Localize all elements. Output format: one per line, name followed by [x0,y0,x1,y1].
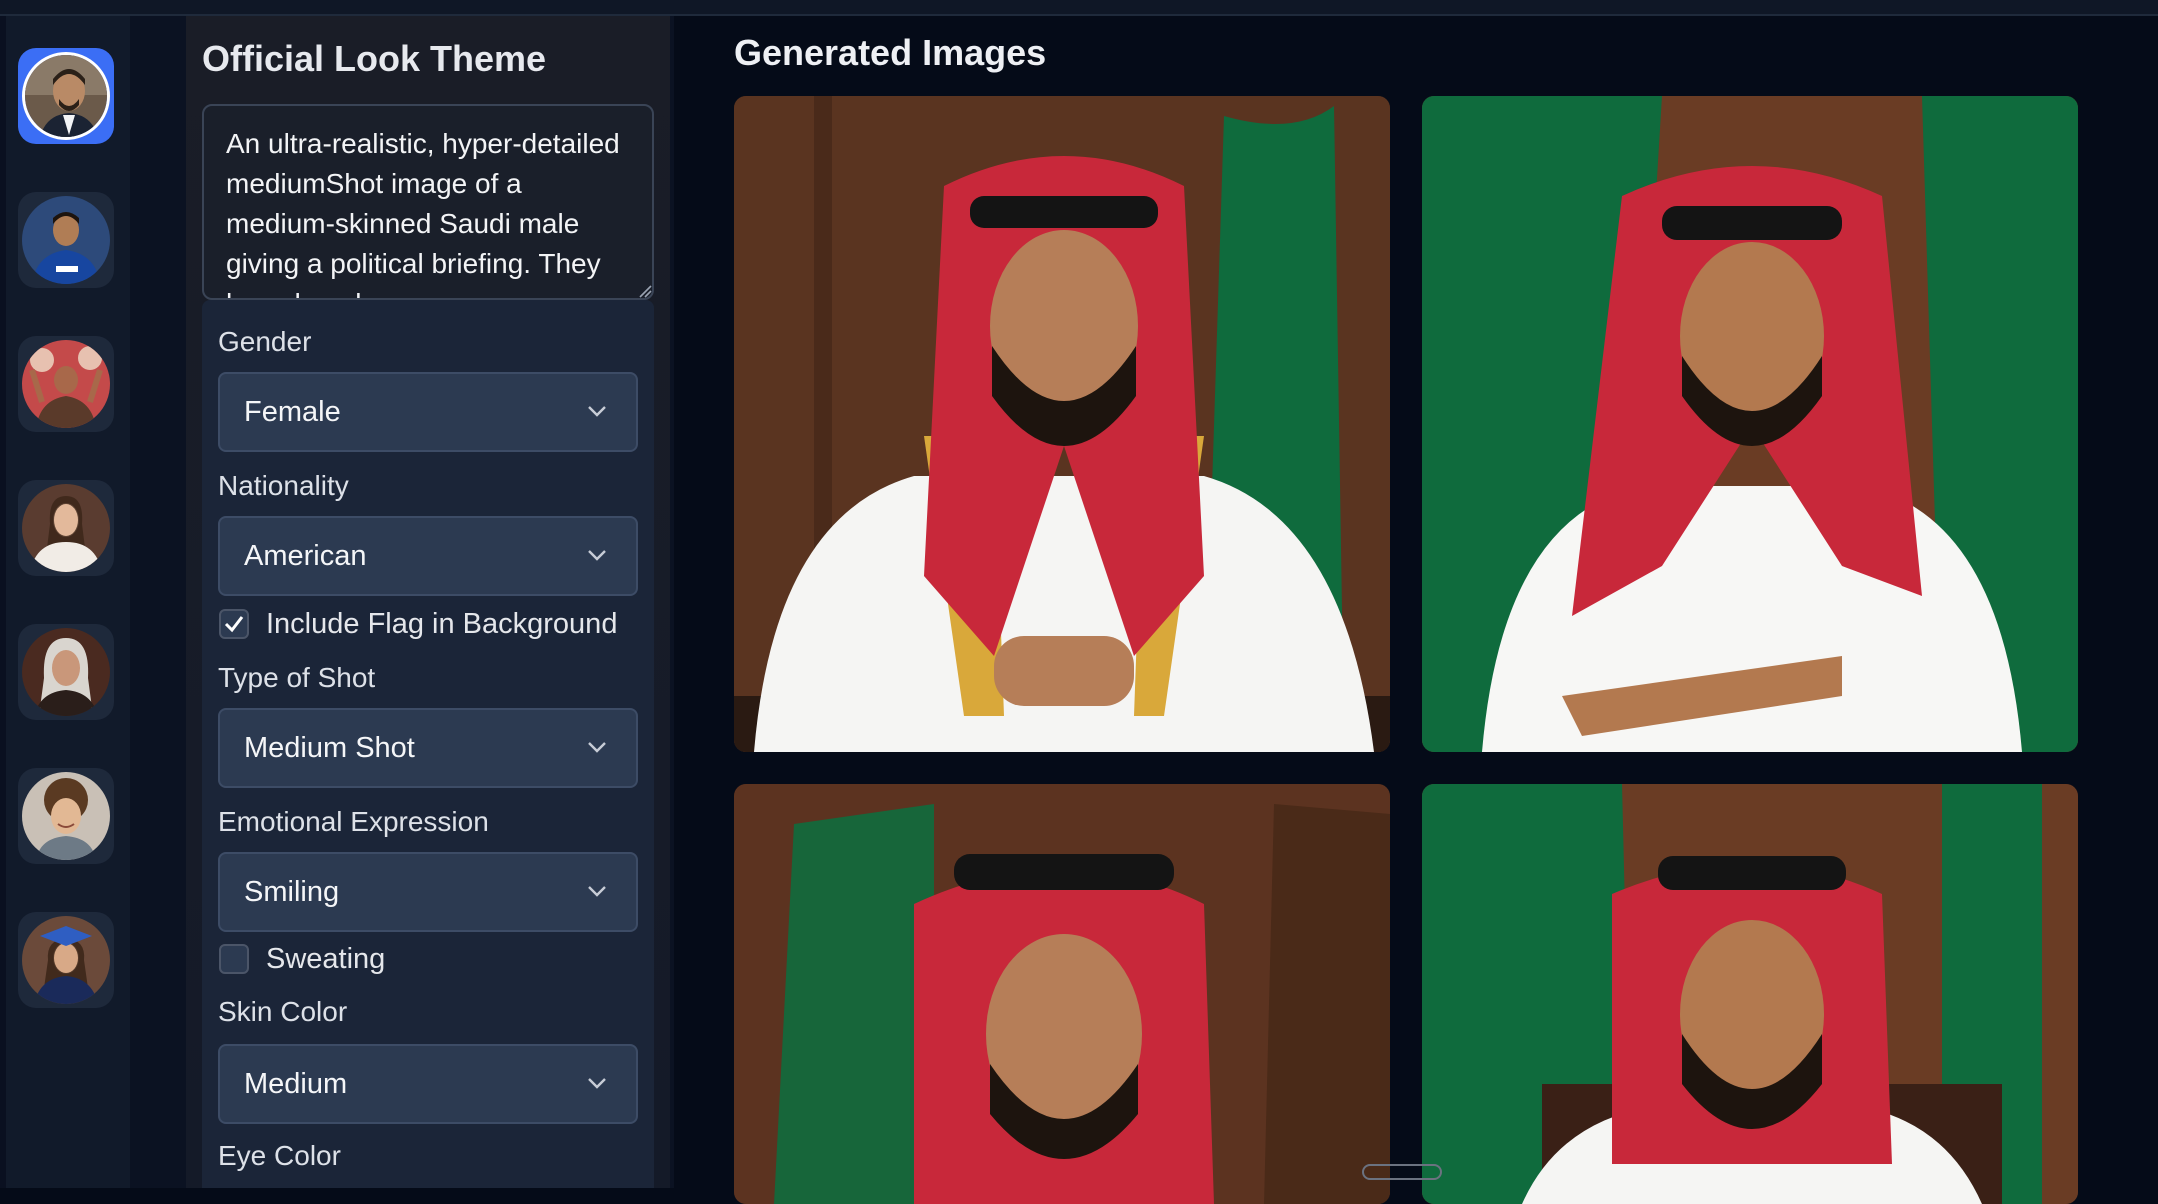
sidebar-edge [0,16,6,1188]
gender-value: Female [244,396,341,428]
avatar [22,340,110,428]
theme-thumb-elderly-woman[interactable] [18,624,114,720]
theme-thumb-child-curly-hair[interactable] [18,768,114,864]
expression-select[interactable]: Smiling [218,852,638,932]
shot-type-select[interactable]: Medium Shot [218,708,638,788]
generated-image-4[interactable] [1422,784,2078,1204]
resize-handle[interactable] [1362,1164,1442,1180]
nationality-value: American [244,540,367,572]
avatar [22,916,110,1004]
generated-image-2[interactable] [1422,96,2078,752]
gender-select[interactable]: Female [218,372,638,452]
shot-type-label: Type of Shot [218,662,376,693]
window-top-bar [0,0,2158,16]
chevron-down-icon [588,406,606,417]
panel-divider [670,16,674,1188]
include-flag-checkbox[interactable] [219,609,249,639]
sweating-label[interactable]: Sweating [266,943,385,976]
generated-image-1[interactable] [734,96,1390,752]
avatar [22,772,110,860]
chevron-down-icon [588,886,606,897]
theme-thumb-official-look[interactable] [18,48,114,144]
checkmark-icon [224,616,244,633]
panel-title: Official Look Theme [202,38,547,79]
avatar [22,196,110,284]
prompt-textarea[interactable]: An ultra-realistic, hyper-detailed mediu… [202,104,654,300]
skin-color-label: Skin Color [218,996,348,1027]
skin-color-select[interactable]: Medium [218,1044,638,1124]
theme-thumb-fan-crowd[interactable] [18,336,114,432]
expression-label: Emotional Expression [218,806,489,837]
gender-label: Gender [218,326,312,357]
panel-gutter [130,16,186,1188]
nationality-label: Nationality [218,470,349,501]
avatar [22,52,110,140]
shot-type-value: Medium Shot [244,732,415,764]
skin-color-value: Medium [244,1068,348,1100]
nationality-select[interactable]: American [218,516,638,596]
chevron-down-icon [588,1078,606,1089]
sweating-checkbox[interactable] [219,944,249,974]
generated-image-3[interactable] [734,784,1390,1204]
eye-color-label: Eye Color [218,1140,341,1171]
chevron-down-icon [588,742,606,753]
chevron-down-icon [588,550,606,561]
expression-value: Smiling [244,876,340,908]
resize-grip-icon[interactable] [638,284,652,298]
avatar [22,484,110,572]
generated-images-title: Generated Images [734,32,1047,73]
theme-thumb-football-jersey[interactable] [18,192,114,288]
theme-thumb-graduate[interactable] [18,912,114,1008]
include-flag-label[interactable]: Include Flag in Background [266,608,617,641]
avatar [22,628,110,716]
theme-thumb-bride[interactable] [18,480,114,576]
